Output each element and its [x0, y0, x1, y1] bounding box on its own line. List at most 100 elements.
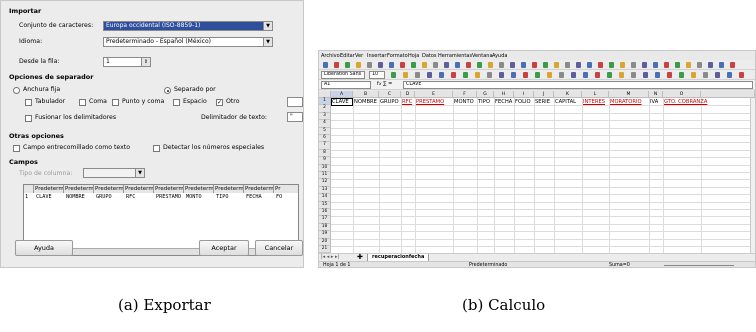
format-toolbar-icon[interactable]	[619, 72, 624, 78]
menu-item[interactable]: Formato	[387, 53, 408, 59]
cell-a3[interactable]: GRUPO	[380, 99, 399, 105]
toolbar-icon[interactable]	[532, 62, 537, 68]
charset-select[interactable]: Europa occidental (ISO-8859-1) ▼	[103, 21, 273, 31]
name-box[interactable]: A1	[321, 81, 371, 89]
spinner-arrows-icon[interactable]: ⇕	[141, 58, 150, 66]
chevron-down-icon[interactable]: ▼	[263, 22, 272, 30]
toolbar-icon[interactable]	[697, 62, 702, 68]
add-sheet-icon[interactable]: ✚	[357, 253, 363, 261]
column-header[interactable]: L	[582, 91, 609, 98]
other-input[interactable]	[287, 97, 303, 107]
format-toolbar-icon[interactable]	[583, 72, 588, 78]
toolbar-icon[interactable]	[675, 62, 680, 68]
format-toolbar-icon[interactable]	[535, 72, 540, 78]
other-checkbox[interactable]: ✓	[216, 99, 223, 106]
format-toolbar-icon[interactable]	[727, 72, 732, 78]
row-header[interactable]: 7	[319, 142, 331, 150]
toolbar-icon[interactable]	[510, 62, 515, 68]
column-header[interactable]: I	[514, 91, 534, 98]
format-toolbar-icon[interactable]	[463, 72, 468, 78]
toolbar-icon[interactable]	[389, 62, 394, 68]
format-toolbar-icon[interactable]	[439, 72, 444, 78]
row-header[interactable]: 17	[319, 216, 331, 224]
spreadsheet-grid[interactable]: A B C D E F G H I J K L M N O 1 2 3 4 5 6 7 8 9 10 11 12 13 14 15 16 17…	[319, 91, 755, 253]
cell-a14[interactable]: IVA	[650, 99, 658, 105]
format-toolbar-icon[interactable]	[415, 72, 420, 78]
format-toolbar-icon[interactable]	[631, 72, 636, 78]
toolbar-icon[interactable]	[334, 62, 339, 68]
format-toolbar-icon[interactable]	[523, 72, 528, 78]
format-toolbar-icon[interactable]	[655, 72, 660, 78]
toolbar-icon[interactable]	[488, 62, 493, 68]
toolbar-icon[interactable]	[587, 62, 592, 68]
cell-a8[interactable]: FECHA	[495, 99, 512, 105]
toolbar-icon[interactable]	[466, 62, 471, 68]
preview-column-header[interactable]: Predeterm	[94, 185, 124, 193]
row-header[interactable]: 5	[319, 127, 331, 135]
merge-delimiters-checkbox[interactable]	[25, 115, 32, 122]
format-toolbar-icon[interactable]	[703, 72, 708, 78]
toolbar-icon[interactable]	[598, 62, 603, 68]
toolbar-icon[interactable]	[730, 62, 735, 68]
toolbar-icon[interactable]	[620, 62, 625, 68]
format-toolbar-icon[interactable]	[547, 72, 552, 78]
format-toolbar-icon[interactable]	[595, 72, 600, 78]
toolbar-icon[interactable]	[422, 62, 427, 68]
format-toolbar-icon[interactable]	[715, 72, 720, 78]
toolbar-icon[interactable]	[565, 62, 570, 68]
detect-special-checkbox[interactable]	[153, 145, 160, 152]
toolbar-icon[interactable]	[686, 62, 691, 68]
row-header[interactable]: 4	[319, 120, 331, 128]
text-delimiter-select[interactable]: "	[287, 112, 303, 122]
format-toolbar-icon[interactable]	[475, 72, 480, 78]
toolbar-icon[interactable]	[323, 62, 328, 68]
format-toolbar-icon[interactable]	[499, 72, 504, 78]
preview-column-header[interactable]: Predeterm	[244, 185, 274, 193]
toolbar-icon[interactable]	[631, 62, 636, 68]
font-size-select[interactable]: 10	[369, 71, 385, 79]
fixed-width-radio[interactable]	[13, 87, 20, 94]
format-toolbar-icon[interactable]	[679, 72, 684, 78]
language-select[interactable]: Predeterminado - Español (México) ▼	[103, 37, 273, 47]
select-all-corner[interactable]	[319, 91, 331, 98]
column-header[interactable]: M	[609, 91, 649, 98]
menu-item[interactable]: Datos	[422, 53, 437, 59]
column-header[interactable]: A	[331, 91, 353, 98]
column-header[interactable]: D	[401, 91, 415, 98]
cell-a15[interactable]: GTO. COBRANZA	[664, 99, 707, 105]
toolbar-icon[interactable]	[400, 62, 405, 68]
format-toolbar-icon[interactable]	[451, 72, 456, 78]
format-toolbar-icon[interactable]	[643, 72, 648, 78]
column-header[interactable]: G	[477, 91, 494, 98]
format-toolbar-icon[interactable]	[427, 72, 432, 78]
row-header[interactable]: 10	[319, 164, 331, 172]
toolbar-icon[interactable]	[367, 62, 372, 68]
row-header[interactable]: 9	[319, 157, 331, 165]
menu-item[interactable]: Ver	[355, 53, 363, 59]
cell-a4[interactable]: RFC	[402, 99, 412, 105]
preview-column-header[interactable]: Predeterm	[214, 185, 244, 193]
menu-item[interactable]: Archivo	[321, 53, 340, 59]
column-header[interactable]: E	[415, 91, 453, 98]
format-toolbar-icon[interactable]	[559, 72, 564, 78]
column-header[interactable]: C	[379, 91, 401, 98]
vertical-scrollbar[interactable]	[750, 98, 755, 253]
menu-item[interactable]: Herramientas	[438, 53, 472, 59]
preview-column-header[interactable]: Predeterm	[124, 185, 154, 193]
cell-a11[interactable]: CAPITAL	[555, 99, 576, 105]
quoted-as-text-checkbox[interactable]	[13, 145, 20, 152]
formula-icons[interactable]: f𝑥 ∑ =	[377, 81, 392, 87]
row-header[interactable]: 14	[319, 194, 331, 202]
toolbar-icon[interactable]	[653, 62, 658, 68]
toolbar-icon[interactable]	[708, 62, 713, 68]
format-toolbar-icon[interactable]	[607, 72, 612, 78]
format-toolbar-icon[interactable]	[691, 72, 696, 78]
menu-item[interactable]: Ventana	[472, 53, 493, 59]
sheet-nav-arrows-icon[interactable]: |◂ ◂ ▸ ▸|	[321, 254, 339, 260]
toolbar-icon[interactable]	[719, 62, 724, 68]
zoom-slider[interactable]	[664, 265, 734, 266]
column-header[interactable]: J	[534, 91, 554, 98]
cell-a10[interactable]: SERIE	[535, 99, 550, 105]
row-header[interactable]: 2	[319, 105, 331, 113]
comma-checkbox[interactable]	[79, 99, 86, 106]
